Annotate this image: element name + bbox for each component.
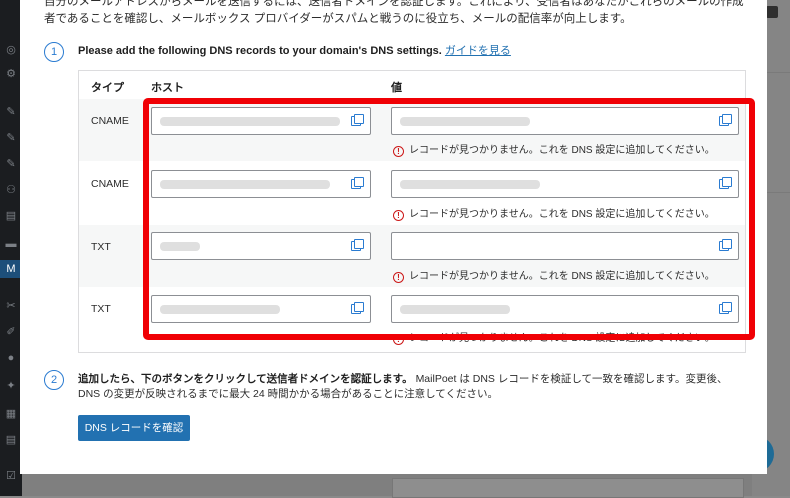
- verify-dns-button[interactable]: DNS レコードを確認: [78, 415, 190, 441]
- dashboard-icon[interactable]: ◎: [5, 44, 17, 56]
- pin-icon[interactable]: ✎: [5, 106, 17, 118]
- step-1-badge: 1: [44, 42, 64, 62]
- step-2-bold: 追加したら、下のボタンをクリックして送信者ドメインを認証します。: [78, 373, 413, 385]
- pages-icon[interactable]: ▤: [5, 210, 17, 222]
- header-value: 値: [391, 82, 402, 94]
- step-1-instruction: Please add the following DNS records to …: [78, 42, 511, 58]
- highlight-annotation: [143, 98, 755, 340]
- record-type: TXT: [91, 303, 111, 315]
- plugins-icon[interactable]: ✂: [5, 300, 17, 312]
- intro-text: 自分のメールアドレスからメールを送信するには、送信者ドメインを認証します。これに…: [44, 0, 744, 25]
- appearance-icon[interactable]: ✐: [5, 326, 17, 338]
- mailpoet-icon[interactable]: M: [0, 260, 22, 278]
- header-host: ホスト: [151, 82, 184, 94]
- header-type: タイプ: [91, 82, 124, 94]
- user-icon[interactable]: ●: [5, 352, 17, 364]
- background-footer: [22, 474, 752, 498]
- comments-icon[interactable]: ▬: [5, 238, 17, 250]
- record-type: CNAME: [91, 178, 129, 190]
- record-type: TXT: [91, 241, 111, 253]
- admin-sidebar: ◎ ⚙ ✎ ✎ ✎ ⚇ ▤ ▬ M ✂ ✐ ● ✦ ▦ ▤ ☑: [0, 0, 22, 496]
- gear-icon[interactable]: ⚙: [5, 68, 17, 80]
- collapse-icon[interactable]: ▤: [5, 434, 17, 446]
- check-icon[interactable]: ☑: [5, 470, 17, 482]
- toolbar-icon: [766, 6, 778, 18]
- tools-icon[interactable]: ✦: [5, 380, 17, 392]
- step-2-badge: 2: [44, 370, 64, 390]
- pin-icon[interactable]: ✎: [5, 132, 17, 144]
- settings-icon[interactable]: ▦: [5, 408, 17, 420]
- background-field: [392, 478, 744, 498]
- step-2-instruction: 追加したら、下のボタンをクリックして送信者ドメインを認証します。 MailPoe…: [78, 372, 748, 402]
- pin-icon[interactable]: ✎: [5, 158, 17, 170]
- guide-link[interactable]: ガイドを見る: [445, 45, 511, 57]
- step-1-text: Please add the following DNS records to …: [78, 45, 442, 57]
- record-type: CNAME: [91, 115, 129, 127]
- users-icon[interactable]: ⚇: [5, 184, 17, 196]
